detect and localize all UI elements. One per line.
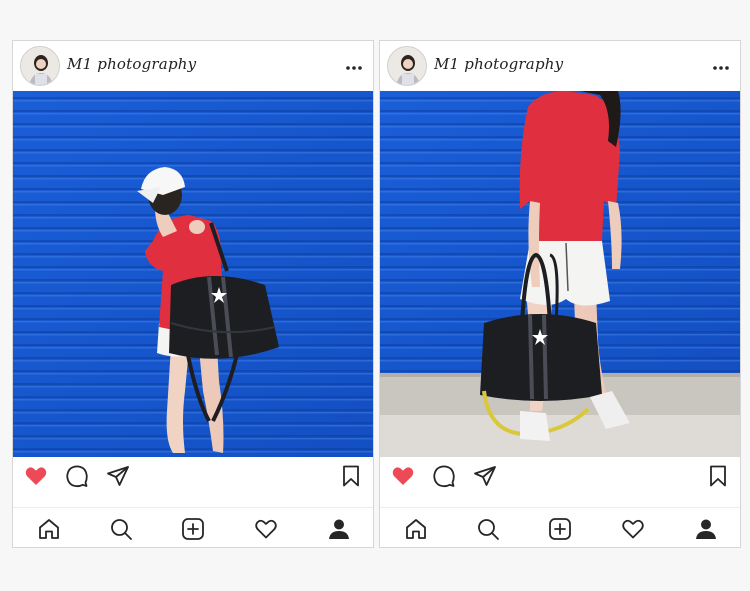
post-username[interactable]: M1 photography — [67, 55, 196, 73]
post-actions — [380, 457, 740, 495]
activity-heart-icon[interactable] — [621, 517, 645, 541]
post-card-1: M1 photography — [12, 40, 374, 548]
post-photo[interactable] — [13, 91, 373, 457]
post-header: M1 photography — [380, 41, 740, 91]
post-photo[interactable] — [380, 91, 740, 457]
post-card-2: M1 photography — [379, 40, 741, 548]
search-icon[interactable] — [476, 517, 500, 541]
heart-filled-icon[interactable] — [391, 464, 415, 488]
avatar[interactable] — [20, 46, 60, 86]
divider — [13, 507, 373, 508]
post-username[interactable]: M1 photography — [434, 55, 563, 73]
activity-heart-icon[interactable] — [254, 517, 278, 541]
bottom-tab-bar — [380, 509, 740, 549]
add-post-icon[interactable] — [548, 517, 572, 541]
search-icon[interactable] — [109, 517, 133, 541]
more-dots-icon[interactable] — [712, 59, 730, 71]
avatar[interactable] — [387, 46, 427, 86]
post-header: M1 photography — [13, 41, 373, 91]
profile-icon[interactable] — [694, 517, 718, 541]
send-icon[interactable] — [106, 464, 130, 488]
more-dots-icon[interactable] — [345, 59, 363, 71]
bottom-tab-bar — [13, 509, 373, 549]
send-icon[interactable] — [473, 464, 497, 488]
home-icon[interactable] — [404, 517, 428, 541]
divider — [380, 507, 740, 508]
heart-filled-icon[interactable] — [24, 464, 48, 488]
bookmark-icon[interactable] — [339, 464, 363, 488]
comment-icon[interactable] — [432, 464, 456, 488]
add-post-icon[interactable] — [181, 517, 205, 541]
bookmark-icon[interactable] — [706, 464, 730, 488]
comment-icon[interactable] — [65, 464, 89, 488]
home-icon[interactable] — [37, 517, 61, 541]
post-actions — [13, 457, 373, 495]
profile-icon[interactable] — [327, 517, 351, 541]
